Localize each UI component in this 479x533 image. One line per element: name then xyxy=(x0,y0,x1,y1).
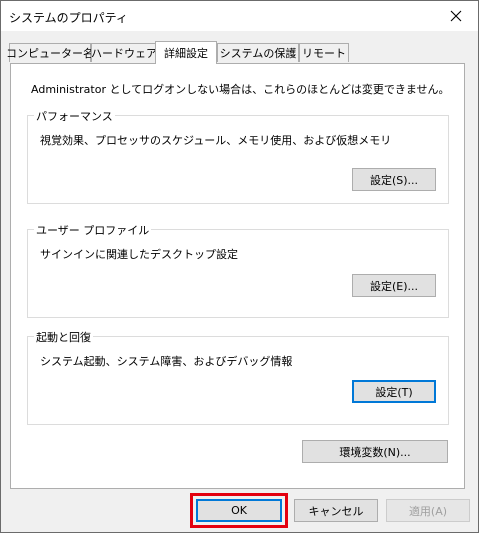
apply-button[interactable]: 適用(A) xyxy=(386,499,470,522)
close-icon xyxy=(450,10,462,22)
startup-recovery-settings-button[interactable]: 設定(T) xyxy=(352,380,436,403)
cancel-button[interactable]: キャンセル xyxy=(294,499,378,522)
window-title: システムのプロパティ xyxy=(9,11,128,25)
title-bar: システムのプロパティ xyxy=(1,1,478,31)
user-profiles-description: サインインに関連したデスクトップ設定 xyxy=(40,248,238,261)
tab-remote[interactable]: リモート xyxy=(299,43,349,62)
performance-group-title: パフォーマンス xyxy=(34,108,115,124)
system-properties-dialog: システムのプロパティ コンピューター名 ハードウェア 詳細設定 システムの保護 … xyxy=(0,0,479,533)
tab-computer-name[interactable]: コンピューター名 xyxy=(6,43,94,62)
environment-variables-button[interactable]: 環境変数(N)... xyxy=(302,440,448,463)
performance-description: 視覚効果、プロセッサのスケジュール、メモリ使用、および仮想メモリ xyxy=(40,134,392,147)
startup-recovery-description: システム起動、システム障害、およびデバッグ情報 xyxy=(40,355,293,368)
tab-system-protection[interactable]: システムの保護 xyxy=(217,43,299,62)
user-profiles-settings-button[interactable]: 設定(E)... xyxy=(352,274,436,297)
startup-recovery-group: 起動と回復 システム起動、システム障害、およびデバッグ情報 設定(T) xyxy=(27,329,449,425)
startup-recovery-group-title: 起動と回復 xyxy=(34,329,93,345)
advanced-tab-panel: Administrator としてログオンしない場合は、これらのほとんどは変更で… xyxy=(10,63,465,489)
admin-notice: Administrator としてログオンしない場合は、これらのほとんどは変更で… xyxy=(31,83,450,96)
tab-advanced[interactable]: 詳細設定 xyxy=(155,41,217,64)
user-profiles-group: ユーザー プロファイル サインインに関連したデスクトップ設定 設定(E)... xyxy=(27,222,449,318)
tab-hardware[interactable]: ハードウェア xyxy=(91,43,157,62)
tab-strip: コンピューター名 ハードウェア 詳細設定 システムの保護 リモート xyxy=(6,41,469,64)
user-profiles-group-title: ユーザー プロファイル xyxy=(34,222,152,238)
ok-button-highlight xyxy=(190,493,288,528)
performance-settings-button[interactable]: 設定(S)... xyxy=(352,168,436,191)
performance-group: パフォーマンス 視覚効果、プロセッサのスケジュール、メモリ使用、および仮想メモリ… xyxy=(27,108,449,204)
close-button[interactable] xyxy=(434,1,478,31)
